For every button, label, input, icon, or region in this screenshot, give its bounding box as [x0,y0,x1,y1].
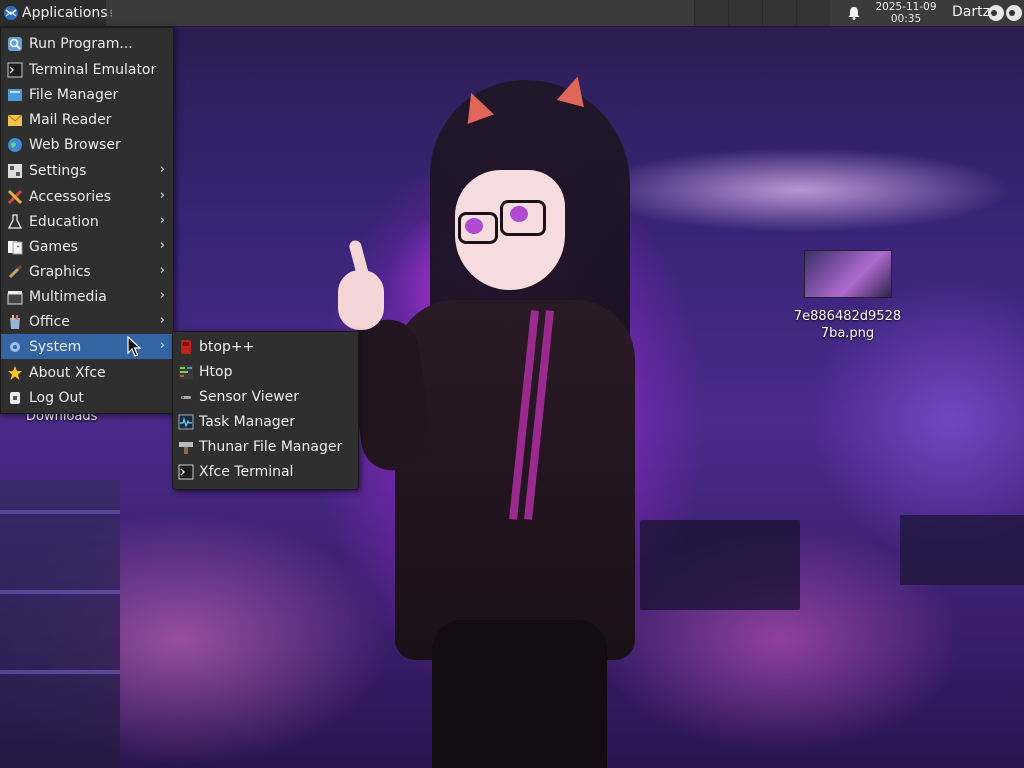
menu-item-btop[interactable]: btop++ [173,334,358,359]
image-thumbnail [803,250,892,298]
chevron-right-icon: › [159,263,165,278]
desktop-file-name: 7e886482d95287ba.png [793,309,902,341]
applications-menu-button[interactable]: Applications ⁝ [0,0,113,26]
wallpaper-window [640,520,800,610]
tray-eye-icon[interactable] [988,5,1004,21]
chevron-right-icon: › [159,338,165,353]
logout-icon [7,390,23,406]
globe-icon [7,137,23,153]
chevron-right-icon: › [159,238,165,253]
workspace-button[interactable] [762,0,796,26]
clock-time: 00:35 [890,13,922,25]
chevron-right-icon: › [159,288,165,303]
character-legs [432,620,607,768]
menu-item-games[interactable]: Games › [1,234,173,259]
wallpaper-shelf [0,480,120,768]
star-icon [7,365,23,381]
top-panel: Applications ⁝ 2025-11-09 00:35 Dartz [0,0,1024,27]
thunar-icon [178,439,194,455]
htop-icon [178,364,194,380]
workspace-button[interactable] [694,0,728,26]
cards-icon [7,239,23,255]
btop-icon [178,339,194,355]
system-submenu: btop++ Htop Sensor Viewer Task Manager T… [172,331,359,490]
chevron-right-icon: › [159,313,165,328]
task-manager-icon [178,414,194,430]
menu-item-mail-reader[interactable]: Mail Reader [1,107,173,132]
settings-icon [7,163,23,179]
menu-item-education[interactable]: Education › [1,209,173,234]
applications-label: Applications [22,5,108,21]
flask-icon [7,213,23,230]
menu-item-accessories[interactable]: Accessories › [1,184,173,209]
menu-item-task-manager[interactable]: Task Manager [173,409,358,434]
wallpaper-window [900,515,1024,585]
terminal-icon [178,464,194,480]
brush-icon [7,264,23,280]
panel-grip-icon: ⁝ [109,6,114,20]
menu-item-system[interactable]: System › [1,334,173,359]
menu-item-log-out[interactable]: Log Out [1,385,173,410]
accessories-icon [7,189,23,205]
search-run-icon [7,36,23,52]
menu-item-graphics[interactable]: Graphics › [1,259,173,284]
mouse-pointer-icon [127,336,141,357]
sensor-icon [178,389,194,405]
menu-item-sensor-viewer[interactable]: Sensor Viewer [173,384,358,409]
gear-icon [7,339,23,355]
clapper-icon [7,289,23,305]
character-glasses [458,212,498,244]
chevron-right-icon: › [159,188,165,203]
workspace-button[interactable] [728,0,762,26]
xfce-logo-icon [3,5,19,21]
panel-clock[interactable]: 2025-11-09 00:35 [866,1,946,25]
clock-date: 2025-11-09 [875,1,937,13]
desktop-file-icon[interactable]: 7e886482d95287ba.png [790,250,905,342]
mail-icon [7,112,23,128]
menu-item-terminal-emulator[interactable]: Terminal Emulator [1,57,173,82]
character-hand [338,270,384,330]
menu-item-xfce-terminal[interactable]: Xfce Terminal [173,459,358,484]
menu-item-settings[interactable]: Settings › [1,158,173,183]
menu-item-about-xfce[interactable]: About Xfce [1,360,173,385]
tray-eye-icon[interactable] [1006,5,1022,21]
menu-item-run-program[interactable]: Run Program... [1,31,173,56]
applications-menu: Run Program... Terminal Emulator File Ma… [0,27,174,414]
chevron-right-icon: › [159,162,165,177]
menu-item-thunar[interactable]: Thunar File Manager [173,434,358,459]
workspace-button[interactable] [796,0,830,26]
menu-item-office[interactable]: Office › [1,309,173,334]
folder-icon [7,87,23,103]
character-glasses [500,200,546,236]
menu-item-htop[interactable]: Htop [173,359,358,384]
menu-item-web-browser[interactable]: Web Browser [1,132,173,157]
menu-item-multimedia[interactable]: Multimedia › [1,284,173,309]
terminal-icon [7,62,23,78]
bell-icon[interactable] [846,5,862,21]
user-menu[interactable]: Dartz [952,4,990,20]
menu-item-file-manager[interactable]: File Manager [1,82,173,107]
chevron-right-icon: › [159,213,165,228]
office-icon [7,314,23,330]
